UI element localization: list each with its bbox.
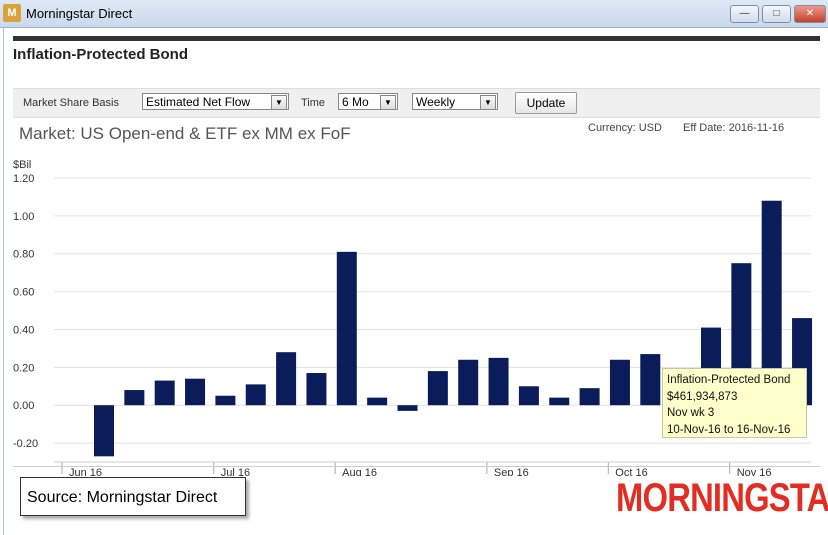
y-tick-label: 1.20	[13, 173, 34, 185]
tooltip-series-name: Inflation-Protected Bond	[667, 374, 791, 386]
bar[interactable]	[276, 352, 297, 406]
y-tick-label: 0.40	[13, 324, 34, 336]
basis-select[interactable]: Estimated Net Flow ▼	[142, 93, 289, 110]
bar[interactable]	[336, 251, 357, 406]
x-tick-label: Jul 16	[221, 467, 250, 476]
eff-date-label: Eff Date: 2016-11-16	[683, 122, 785, 134]
bar[interactable]	[609, 359, 630, 406]
page-title: Inflation-Protected Bond	[13, 46, 188, 63]
x-tick-label: Nov 16	[737, 467, 772, 476]
close-button[interactable]: ✕	[794, 5, 826, 23]
y-tick-label: 0.00	[13, 400, 34, 412]
frequency-select[interactable]: Weekly ▼	[412, 93, 498, 110]
morningstar-logo: MORNINGSTAR®	[616, 476, 828, 521]
bar-tooltip: Inflation-Protected Bond $461,934,873 No…	[662, 368, 807, 438]
y-tick-label: 0.20	[13, 362, 34, 374]
minimize-button[interactable]: —	[730, 5, 759, 23]
tooltip-value: $461,934,873	[667, 390, 738, 403]
y-tick-label: 0.60	[13, 287, 34, 299]
currency-label: Currency: USD	[588, 122, 662, 134]
bar[interactable]	[458, 359, 479, 406]
bar[interactable]	[306, 373, 327, 406]
content-bottom-rule	[13, 466, 820, 467]
chevron-down-icon: ▼	[380, 95, 396, 110]
y-axis-label: $Bil	[13, 159, 31, 171]
bar[interactable]	[397, 405, 418, 411]
market-share-basis-label: Market Share Basis	[23, 97, 119, 109]
x-tick-label: Jun 16	[69, 467, 102, 476]
window-title: Morningstar Direct	[26, 6, 133, 21]
x-tick-label: Aug 16	[342, 467, 377, 476]
bar[interactable]	[124, 390, 145, 406]
content-area: Inflation-Protected Bond Market Share Ba…	[3, 28, 828, 535]
y-tick-label: -0.20	[13, 438, 38, 450]
bar[interactable]	[215, 395, 236, 406]
bar[interactable]	[488, 357, 509, 406]
bar[interactable]	[518, 386, 539, 406]
time-label: Time	[301, 97, 326, 109]
y-tick-label: 0.80	[13, 249, 34, 261]
tooltip-date-range: 10-Nov-16 to 16-Nov-16	[667, 423, 791, 436]
header-rule	[13, 36, 820, 41]
bar[interactable]	[367, 397, 388, 406]
logo-text: MORNINGSTAR	[616, 476, 828, 520]
market-title: Market: US Open-end & ETF ex MM ex FoF	[19, 124, 351, 143]
time-select-value: 6 Mo	[342, 95, 369, 109]
bar[interactable]	[427, 371, 448, 406]
bar[interactable]	[94, 405, 114, 457]
maximize-button[interactable]: □	[762, 5, 791, 23]
source-note: Source: Morningstar Direct	[20, 477, 246, 516]
x-tick-label: Oct 16	[615, 467, 647, 476]
bar[interactable]	[185, 378, 206, 406]
basis-select-value: Estimated Net Flow	[146, 95, 251, 109]
frequency-select-value: Weekly	[416, 95, 456, 109]
update-button[interactable]: Update	[515, 92, 577, 114]
x-tick-label: Sep 16	[494, 467, 529, 476]
chart-toolbar: Market Share Basis Estimated Net Flow ▼ …	[13, 88, 820, 118]
title-bar: M Morningstar Direct — □ ✕	[0, 0, 828, 28]
y-tick-label: 1.00	[13, 211, 34, 223]
bar[interactable]	[549, 397, 570, 406]
bar[interactable]	[640, 354, 661, 406]
bar[interactable]	[579, 388, 600, 406]
chevron-down-icon: ▼	[271, 95, 287, 110]
bar[interactable]	[245, 384, 266, 406]
chevron-down-icon: ▼	[480, 95, 496, 110]
time-select[interactable]: 6 Mo ▼	[338, 93, 398, 110]
tooltip-period: Nov wk 3	[667, 407, 715, 419]
morningstar-app-icon: M	[3, 4, 21, 22]
bar[interactable]	[154, 380, 175, 406]
